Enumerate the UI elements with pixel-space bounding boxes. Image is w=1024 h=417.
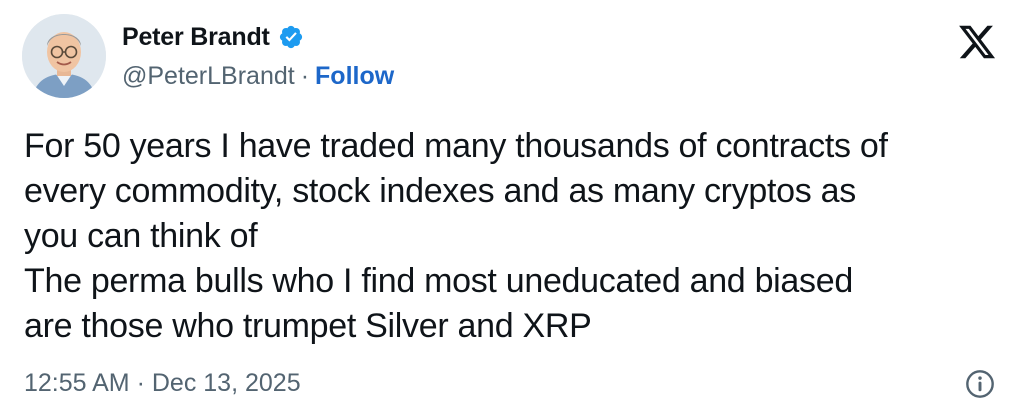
- tweet-line: you can think of: [24, 217, 258, 255]
- tweet-line: every commodity, stock indexes and as ma…: [24, 172, 856, 210]
- avatar-portrait-icon: [22, 14, 106, 98]
- timestamp[interactable]: 12:55 AM · Dec 13, 2025: [24, 369, 301, 398]
- name-row: Peter Brandt: [122, 22, 394, 52]
- handle[interactable]: @PeterLBrandt: [122, 62, 295, 91]
- info-icon[interactable]: [964, 368, 996, 400]
- follow-button[interactable]: Follow: [315, 62, 394, 91]
- x-logo-icon[interactable]: [956, 22, 998, 62]
- timestamp-separator: ·: [136, 369, 145, 397]
- separator: ·: [300, 62, 310, 90]
- tweet-line: The perma bulls who I find most uneducat…: [24, 262, 853, 300]
- tweet-card: Peter Brandt @PeterLBrandt · Follow For …: [0, 0, 1024, 417]
- avatar[interactable]: [22, 14, 106, 98]
- tweet-line: are those who trumpet Silver and XRP: [24, 307, 592, 345]
- tweet-text: For 50 years I have traded many thousand…: [24, 124, 1004, 349]
- author-block: Peter Brandt @PeterLBrandt · Follow: [122, 22, 394, 91]
- tweet-line: For 50 years I have traded many thousand…: [24, 127, 888, 165]
- handle-row: @PeterLBrandt · Follow: [122, 62, 394, 91]
- tweet-time: 12:55 AM: [24, 369, 130, 397]
- display-name[interactable]: Peter Brandt: [122, 23, 270, 52]
- tweet-date: Dec 13, 2025: [151, 369, 301, 397]
- verified-badge-icon: [278, 24, 304, 50]
